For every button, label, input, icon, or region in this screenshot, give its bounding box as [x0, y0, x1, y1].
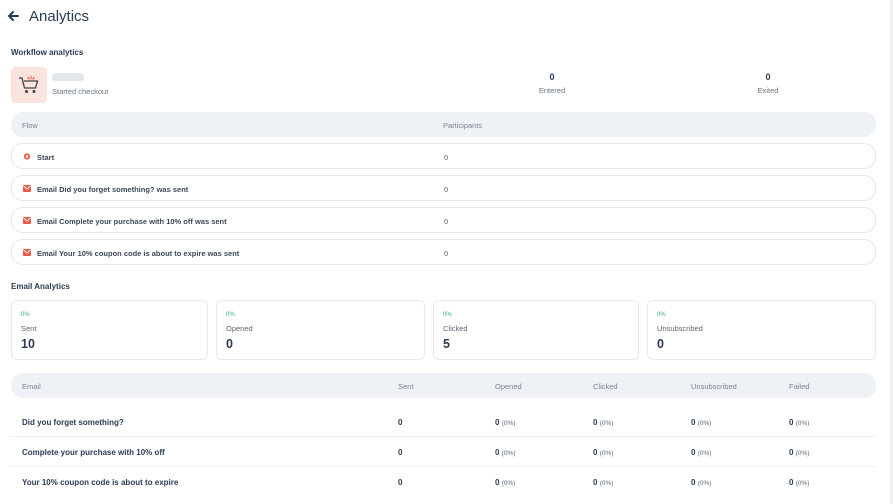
- card-value: 5: [443, 337, 450, 351]
- card-label: Opened: [226, 324, 253, 333]
- email-table-header: Email Sent Opened Clicked Unsubscribed F…: [11, 373, 876, 398]
- flow-row-participants: 0: [444, 185, 449, 194]
- card-percentage: 0%: [657, 312, 666, 318]
- unsubscribed-card: 0% Unsubscribed 0: [647, 300, 876, 360]
- email-table-row[interactable]: Your 10% coupon code is about to expire …: [11, 467, 876, 497]
- shopping-cart-icon: [19, 75, 39, 93]
- email-failed: 0 (0%): [789, 418, 810, 427]
- email-sent: 0: [398, 478, 403, 487]
- flow-row-label: Email Your 10% coupon code is about to e…: [37, 249, 240, 258]
- exited-stat: 0 Exited: [738, 72, 798, 95]
- sent-card: 0% Sent 10: [11, 300, 208, 360]
- start-icon: [23, 153, 31, 160]
- email-failed: 0 (0%): [789, 448, 810, 457]
- card-label: Sent: [21, 324, 37, 333]
- email-name: Did you forget something?: [22, 418, 124, 427]
- workflow-name-redacted: [52, 73, 84, 81]
- unsubscribed-column-header: Unsubscribed: [691, 382, 737, 391]
- email-name: Your 10% coupon code is about to expire: [22, 478, 179, 487]
- workflow-trigger: Started checkout: [52, 87, 109, 96]
- entered-label: Entered: [538, 86, 566, 95]
- exited-label: Exited: [757, 86, 779, 95]
- envelope-icon: [23, 249, 31, 256]
- exited-value: 0: [765, 72, 771, 82]
- email-opened: 0 (0%): [495, 478, 516, 487]
- email-column-header: Email: [22, 382, 41, 391]
- email-unsubscribed: 0 (0%): [691, 418, 712, 427]
- email-table-row[interactable]: Complete your purchase with 10% off 0 0 …: [11, 437, 876, 467]
- email-clicked: 0 (0%): [593, 418, 614, 427]
- workflow-thumbnail: [11, 67, 47, 103]
- card-value: 0: [657, 337, 664, 351]
- email-table-row[interactable]: Did you forget something? 0 0 (0%) 0 (0%…: [11, 407, 876, 437]
- card-value: 0: [226, 337, 233, 351]
- flow-row-email-1[interactable]: Email Did you forget something? was sent…: [11, 175, 876, 201]
- arrow-left-icon: [8, 11, 19, 21]
- flow-row-email-3[interactable]: Email Your 10% coupon code is about to e…: [11, 239, 876, 265]
- flow-row-label: Start: [37, 153, 55, 162]
- clicked-card: 0% Clicked 5: [433, 300, 639, 360]
- page-title: Analytics: [29, 7, 90, 25]
- workflow-analytics-title: Workflow analytics: [11, 48, 84, 57]
- clicked-column-header: Clicked: [593, 382, 618, 391]
- flow-row-label: Email Complete your purchase with 10% of…: [37, 217, 227, 226]
- flow-row-participants: 0: [444, 217, 449, 226]
- entered-value: 0: [549, 72, 555, 82]
- email-sent: 0: [398, 418, 403, 427]
- card-percentage: 0%: [226, 312, 235, 318]
- opened-column-header: Opened: [495, 382, 522, 391]
- card-percentage: 0%: [443, 312, 452, 318]
- card-label: Unsubscribed: [657, 324, 703, 333]
- flow-table-header: Flow Participants: [11, 112, 876, 137]
- flow-row-start[interactable]: Start 0: [11, 143, 876, 169]
- opened-card: 0% Opened 0: [216, 300, 425, 360]
- page-header: Analytics: [6, 6, 89, 26]
- failed-column-header: Failed: [789, 382, 810, 391]
- participants-column-header: Participants: [443, 121, 483, 130]
- entered-stat: 0 Entered: [522, 72, 582, 95]
- email-opened: 0 (0%): [495, 418, 516, 427]
- sent-column-header: Sent: [398, 382, 414, 391]
- card-label: Clicked: [443, 324, 468, 333]
- flow-column-header: Flow: [22, 121, 38, 130]
- flow-row-participants: 0: [444, 249, 449, 258]
- email-failed: 0 (0%): [789, 478, 810, 487]
- card-percentage: 0%: [21, 312, 30, 318]
- flow-row-label: Email Did you forget something? was sent: [37, 185, 189, 194]
- email-name: Complete your purchase with 10% off: [22, 448, 165, 457]
- email-opened: 0 (0%): [495, 448, 516, 457]
- email-analytics-title: Email Analytics: [11, 282, 70, 291]
- flow-row-participants: 0: [444, 153, 449, 162]
- envelope-icon: [23, 185, 31, 192]
- email-unsubscribed: 0 (0%): [691, 478, 712, 487]
- workflow-summary: Started checkout 0 Entered 0 Exited: [11, 67, 876, 103]
- email-stat-cards: 0% Sent 10 0% Opened 0 0% Clicked 5 0% U…: [11, 300, 876, 360]
- envelope-icon: [23, 217, 31, 224]
- email-clicked: 0 (0%): [593, 478, 614, 487]
- email-unsubscribed: 0 (0%): [691, 448, 712, 457]
- email-clicked: 0 (0%): [593, 448, 614, 457]
- flow-row-email-2[interactable]: Email Complete your purchase with 10% of…: [11, 207, 876, 233]
- back-button[interactable]: [6, 9, 20, 23]
- email-sent: 0: [398, 448, 403, 457]
- card-value: 10: [21, 337, 35, 351]
